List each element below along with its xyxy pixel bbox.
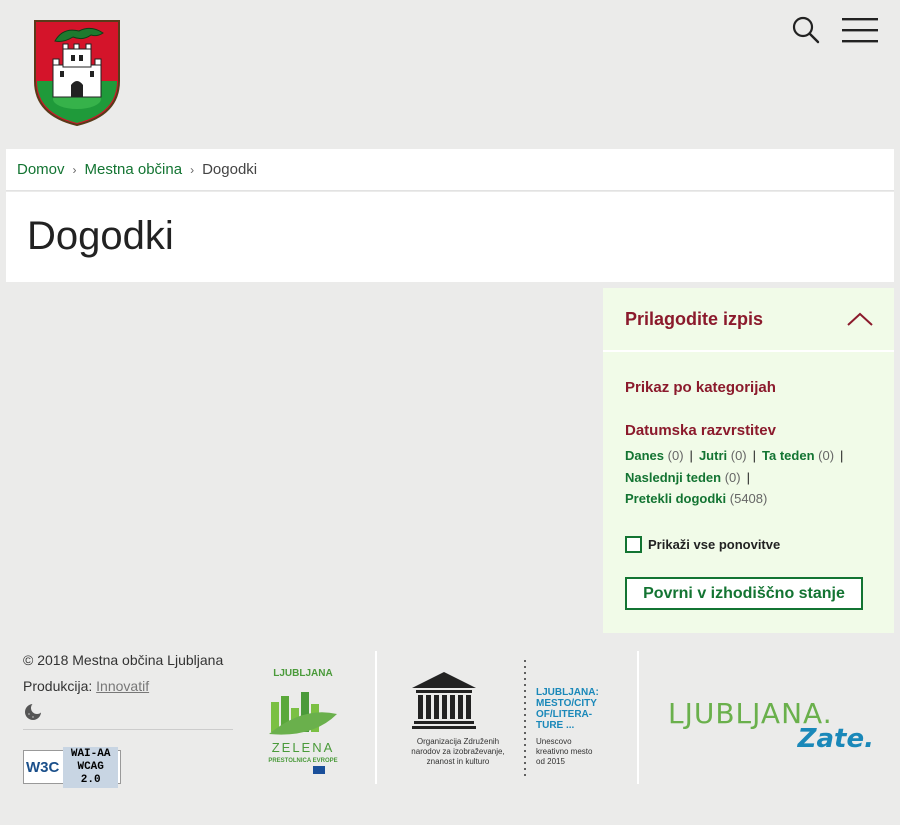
moon-contrast-icon <box>25 702 43 720</box>
city-caption-2: kreativno mesto <box>536 747 593 756</box>
coat-of-arms-logo[interactable] <box>33 19 121 127</box>
dates-heading: Datumska razvrstitev <box>625 422 776 439</box>
show-repeats-label: Prikaži vse ponovitve <box>648 537 781 552</box>
chevron-right-icon: › <box>190 162 195 177</box>
unesco-caption-1: Organizacija Združenih <box>417 737 499 746</box>
wcag-badge[interactable]: W3C WAI-AA WCAG 2.0 <box>23 746 121 788</box>
date-filter-past[interactable]: Pretekli dogodki <box>625 491 726 506</box>
date-count: (0) <box>724 469 741 485</box>
production-line: Produkcija: Innovatif <box>23 676 233 702</box>
chevron-up-icon <box>847 312 873 326</box>
page-header: Dogodki <box>6 192 894 282</box>
page-title: Dogodki <box>27 214 174 258</box>
date-filter-tomorrow[interactable]: Jutri <box>699 448 727 463</box>
menu-button[interactable] <box>842 12 878 48</box>
footer-info: © 2018 Mestna občina Ljubljana Produkcij… <box>23 650 233 788</box>
wcag-line2: WCAG 2.0 <box>77 760 104 786</box>
city-caption-3: od 2015 <box>536 757 565 766</box>
unesco-logo[interactable]: Organizacija Združenih narodov za izobra… <box>404 658 614 778</box>
contrast-toggle[interactable] <box>23 702 43 722</box>
wcag-line1: WAI-AA <box>70 747 111 760</box>
ljubljana-coat-of-arms-icon <box>34 20 120 127</box>
production-label: Produkcija: <box>23 678 93 694</box>
wcag-level: WAI-AA WCAG 2.0 <box>63 746 118 788</box>
date-count: (0) <box>667 448 684 463</box>
date-filter-today[interactable]: Danes <box>625 448 664 463</box>
search-icon <box>792 16 820 44</box>
filter-panel-toggle[interactable]: Prilagodite izpis <box>603 288 894 352</box>
city-title-2: MESTO/CITY <box>536 698 597 709</box>
date-count: (5408) <box>729 491 768 506</box>
w3c-logo: W3C <box>26 758 60 776</box>
reset-filters-button[interactable]: Povrni v izhodiščno stanje <box>625 577 863 610</box>
green-capital-icon: LJUBLJANA ZELENA PRESTOLNICA EVROPE <box>268 668 338 774</box>
divider: | <box>746 469 750 485</box>
breadcrumb-link-municipality[interactable]: Mestna občina <box>85 161 183 178</box>
green-capital-line1: LJUBLJANA <box>273 668 332 679</box>
copyright: © 2018 Mestna občina Ljubljana <box>23 652 224 668</box>
divider: | <box>840 448 844 463</box>
hamburger-menu-icon <box>842 18 878 43</box>
categories-toggle[interactable]: Prikaz po kategorijah <box>625 379 776 396</box>
date-count: (0) <box>818 448 835 463</box>
footer-separator <box>637 651 639 784</box>
unesco-caption-3: znanost in kulturo <box>427 757 490 766</box>
breadcrumb-link-home[interactable]: Domov <box>17 161 65 178</box>
footer-divider <box>23 729 233 730</box>
breadcrumb: Domov › Mestna občina › Dogodki <box>6 149 894 191</box>
filter-panel-title: Prilagodite izpis <box>625 308 764 329</box>
filter-panel: Prilagodite izpis Prikaz po kategorijah … <box>603 288 894 633</box>
unesco-icon: Organizacija Združenih narodov za izobra… <box>411 660 599 776</box>
city-title-4: TURE ... <box>536 720 575 731</box>
checkbox-box[interactable] <box>625 536 642 553</box>
city-caption-1: Unescovo <box>536 737 572 746</box>
green-capital-logo[interactable]: LJUBLJANA ZELENA PRESTOLNICA EVROPE <box>263 666 343 786</box>
city-title-1: LJUBLJANA: <box>536 687 599 698</box>
ljubljana-brand-logo[interactable]: LJUBLJANA. Zate. <box>668 697 878 754</box>
divider: | <box>689 448 693 463</box>
green-capital-line4: PRESTOLNICA EVROPE <box>268 758 337 764</box>
show-repeats-checkbox[interactable]: Prikaži vse ponovitve <box>625 536 780 553</box>
date-filter-list: Danes (0) | Jutri (0) | Ta teden (0) | Nasled… <box>625 445 885 510</box>
date-filter-next-week[interactable]: Naslednji teden <box>625 470 721 485</box>
green-capital-line3: ZELENA <box>272 740 335 755</box>
production-link[interactable]: Innovatif <box>96 678 149 694</box>
search-button[interactable] <box>788 12 824 48</box>
unesco-caption-2: narodov za izobraževanje, <box>411 747 504 756</box>
city-title-3: OF/LITERA- <box>536 709 592 720</box>
breadcrumb-current: Dogodki <box>202 161 258 178</box>
chevron-right-icon: › <box>72 162 77 177</box>
date-count: (0) <box>730 448 747 463</box>
date-filter-this-week[interactable]: Ta teden <box>762 448 815 463</box>
footer-separator <box>375 651 377 784</box>
divider: | <box>752 448 757 463</box>
